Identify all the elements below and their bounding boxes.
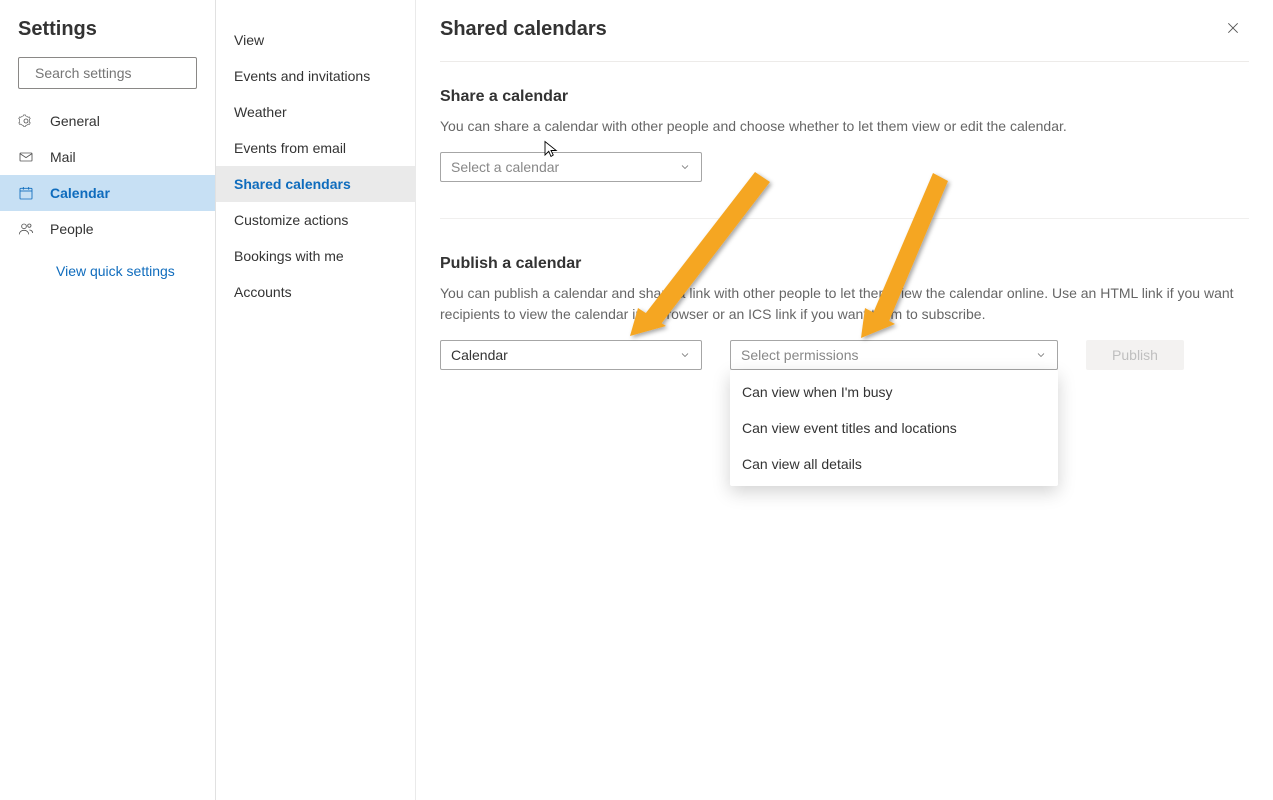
calendar-icon [18,185,34,201]
sidebar-item-label: General [50,113,100,129]
publish-calendar-select-value: Calendar [451,347,508,363]
share-calendar-select-value: Select a calendar [451,159,559,175]
settings-title: Settings [0,18,215,57]
sidebar-item-label: Mail [50,149,76,165]
subnav-item-accounts[interactable]: Accounts [216,274,415,310]
permission-option-busy[interactable]: Can view when I'm busy [730,374,1058,410]
gear-icon [18,113,34,129]
publish-calendar-select[interactable]: Calendar [440,340,702,370]
mail-icon [18,149,34,165]
publish-permissions-value: Select permissions [741,347,859,363]
sidebar-item-people[interactable]: People [0,211,215,247]
people-icon [18,221,34,237]
settings-content: Shared calendars Share a calendar You ca… [416,0,1273,800]
publish-button[interactable]: Publish [1086,340,1184,370]
subnav-item-events-from-email[interactable]: Events from email [216,130,415,166]
share-description: You can share a calendar with other peop… [440,116,1249,136]
sidebar-item-mail[interactable]: Mail [0,139,215,175]
subnav-item-shared-calendars[interactable]: Shared calendars [216,166,415,202]
subnav-item-weather[interactable]: Weather [216,94,415,130]
sidebar-item-label: Calendar [50,185,110,201]
sidebar-item-calendar[interactable]: Calendar [0,175,215,211]
subnav-item-view[interactable]: View [216,22,415,58]
sidebar-item-label: People [50,221,94,237]
search-input[interactable] [35,65,216,81]
search-box[interactable] [18,57,197,89]
permission-option-titles-locations[interactable]: Can view event titles and locations [730,410,1058,446]
view-quick-settings-link[interactable]: View quick settings [0,247,215,279]
subnav-item-customize-actions[interactable]: Customize actions [216,202,415,238]
close-icon [1225,20,1241,36]
settings-subnav: View Events and invitations Weather Even… [216,0,416,800]
page-title: Shared calendars [440,18,607,41]
publish-heading: Publish a calendar [440,255,1249,273]
chevron-down-icon [679,161,691,173]
chevron-down-icon [1035,349,1047,361]
settings-sidebar: Settings General Mail Calendar Peopl [0,0,216,800]
close-button[interactable] [1217,18,1249,43]
share-calendar-section: Share a calendar You can share a calenda… [440,88,1249,219]
publish-permissions-select[interactable]: Select permissions [730,340,1058,370]
subnav-item-bookings[interactable]: Bookings with me [216,238,415,274]
subnav-item-events-invitations[interactable]: Events and invitations [216,58,415,94]
share-calendar-select[interactable]: Select a calendar [440,152,702,182]
permission-option-all-details[interactable]: Can view all details [730,446,1058,482]
share-heading: Share a calendar [440,88,1249,106]
sidebar-item-general[interactable]: General [0,103,215,139]
publish-calendar-section: Publish a calendar You can publish a cal… [440,255,1249,370]
permissions-dropdown-menu: Can view when I'm busy Can view event ti… [730,370,1058,486]
publish-description: You can publish a calendar and share a l… [440,283,1249,324]
chevron-down-icon [679,349,691,361]
